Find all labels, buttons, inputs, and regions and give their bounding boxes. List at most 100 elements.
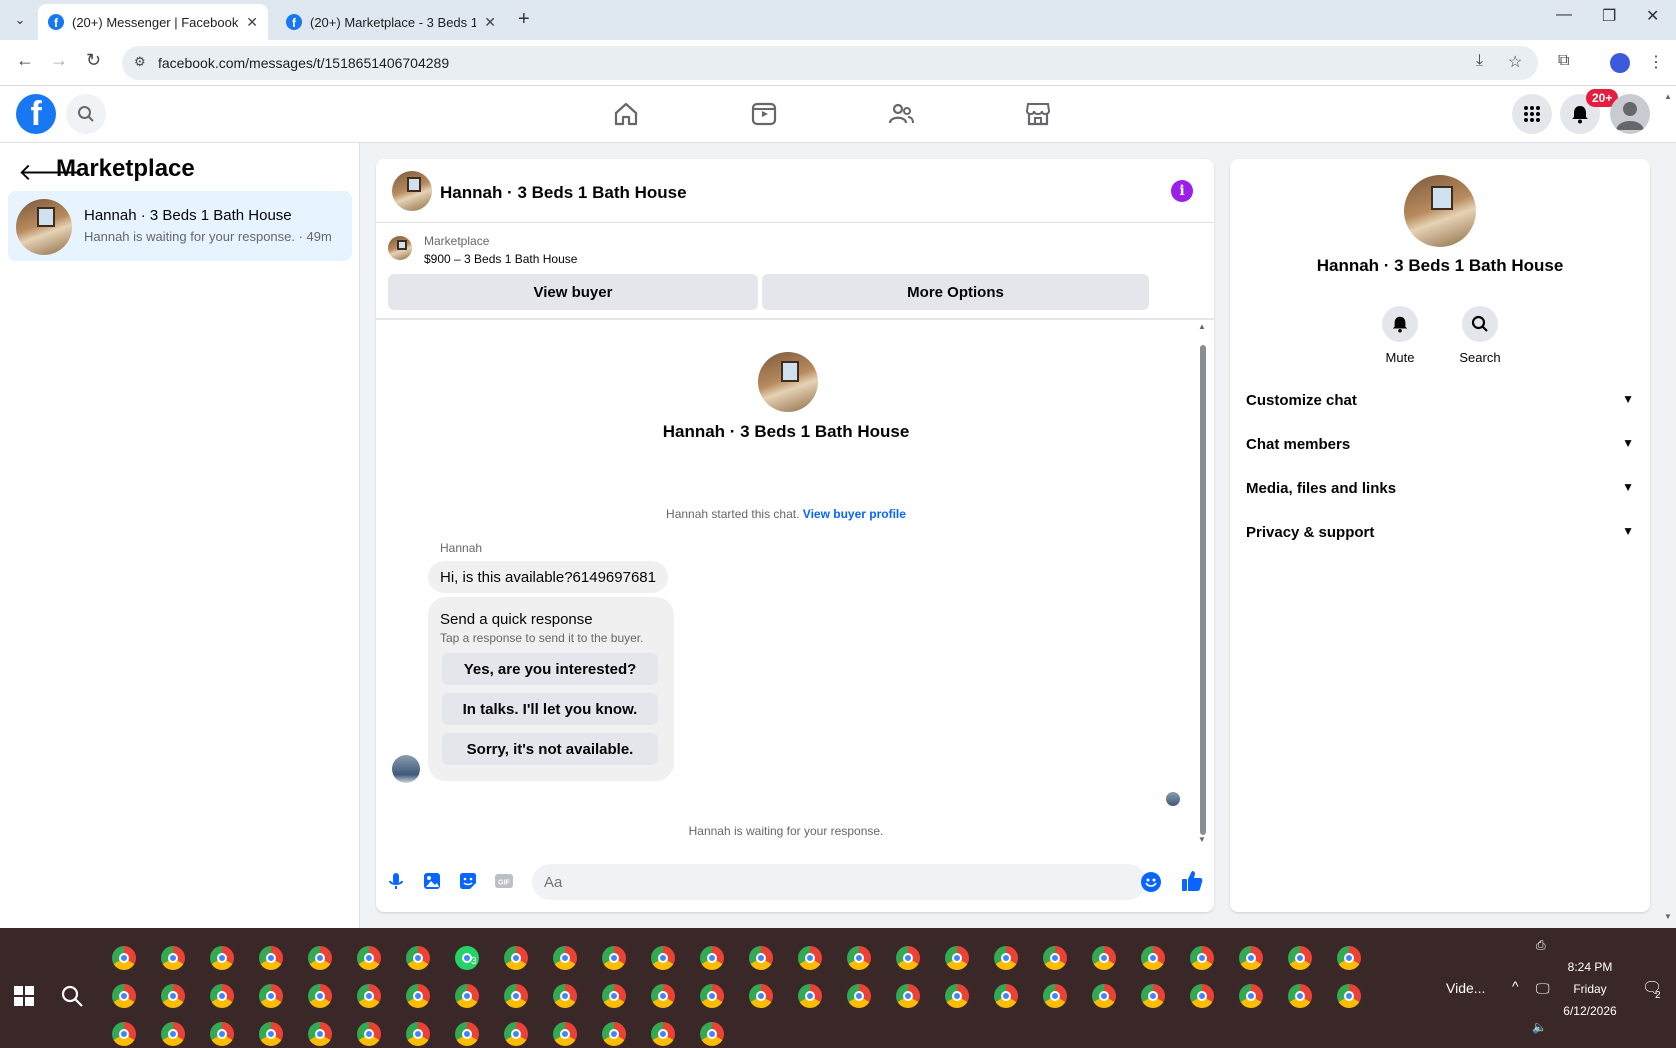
chrome-profile-icon[interactable]: [1043, 946, 1067, 970]
details-avatar[interactable]: [1404, 175, 1476, 247]
chrome-profile-icon[interactable]: [406, 946, 430, 970]
search-icon[interactable]: [66, 94, 106, 134]
tab-marketplace[interactable]: f (20+) Marketplace - 3 Beds 1 Bath Hous…: [276, 4, 506, 40]
chrome-profile-icon[interactable]: [798, 984, 822, 1008]
chrome-profile-icon[interactable]: [553, 1022, 577, 1046]
chrome-profile-icon[interactable]: [210, 1022, 234, 1046]
chrome-profile-icon[interactable]: [1043, 984, 1067, 1008]
chrome-profile-icon[interactable]: [1092, 946, 1116, 970]
account-avatar[interactable]: [1610, 94, 1650, 134]
view-buyer-profile-link[interactable]: View buyer profile: [803, 507, 906, 521]
clock-time[interactable]: 8:24 PM: [1560, 960, 1620, 974]
tray-device-icon[interactable]: ⎙: [1536, 938, 1546, 953]
section-privacy-support[interactable]: Privacy & support ▼: [1246, 524, 1634, 541]
home-icon[interactable]: [612, 100, 640, 128]
chrome-profile-icon[interactable]: [1190, 946, 1214, 970]
chrome-profile-icon[interactable]: [994, 984, 1018, 1008]
search-icon[interactable]: [1462, 306, 1498, 342]
chat-title[interactable]: Hannah · 3 Beds 1 Bath House: [440, 183, 687, 203]
chrome-profile-icon[interactable]: [994, 946, 1018, 970]
chrome-profile-icon[interactable]: [798, 946, 822, 970]
sender-avatar[interactable]: [392, 755, 420, 783]
groups-icon[interactable]: [887, 100, 915, 128]
chrome-profile-icon[interactable]: [602, 946, 626, 970]
network-icon[interactable]: 🖵: [1536, 980, 1550, 997]
message-bubble[interactable]: Hi, is this available?6149697681: [428, 561, 668, 593]
chrome-profile-icon[interactable]: [945, 946, 969, 970]
install-icon[interactable]: ⤓: [1476, 52, 1483, 70]
chrome-profile-icon[interactable]: [504, 1022, 528, 1046]
chrome-profile-icon[interactable]: [504, 946, 528, 970]
windows-start-icon[interactable]: [14, 986, 34, 1006]
mute-action[interactable]: Mute: [1370, 306, 1430, 365]
chrome-profile-icon[interactable]: [357, 984, 381, 1008]
site-info-icon[interactable]: ⚙: [134, 54, 146, 70]
quick-response-option[interactable]: Yes, are you interested?: [442, 653, 658, 685]
video-app-label[interactable]: Vide...: [1446, 980, 1485, 996]
chrome-profile-icon[interactable]: [749, 984, 773, 1008]
scroll-up-arrow-icon[interactable]: ▲: [1198, 322, 1206, 331]
chrome-profile-icon[interactable]: [847, 946, 871, 970]
emoji-icon[interactable]: [1141, 872, 1161, 892]
chrome-profile-icon[interactable]: [308, 946, 332, 970]
clock-day[interactable]: Friday: [1560, 982, 1620, 996]
chrome-profile-icon[interactable]: [651, 1022, 675, 1046]
chrome-profile-icon[interactable]: [112, 946, 136, 970]
chrome-profile-icon[interactable]: [700, 946, 724, 970]
sticker-icon[interactable]: [458, 871, 478, 891]
chrome-profile-icon[interactable]: [259, 946, 283, 970]
gif-icon[interactable]: GIF: [494, 871, 514, 891]
quick-response-option[interactable]: Sorry, it's not available.: [442, 733, 658, 765]
chrome-profile-icon[interactable]: [1288, 984, 1312, 1008]
facebook-logo-icon[interactable]: f: [16, 94, 56, 134]
extensions-icon[interactable]: ⧉: [1558, 52, 1569, 70]
chrome-profile-icon[interactable]: [112, 1022, 136, 1046]
reload-icon[interactable]: ↻: [86, 50, 101, 71]
chrome-profile-icon[interactable]: [210, 946, 234, 970]
thumbs-up-icon[interactable]: [1180, 869, 1204, 893]
chrome-profile-icon[interactable]: [651, 946, 675, 970]
chrome-profile-icon[interactable]: [357, 1022, 381, 1046]
chrome-profile-icon[interactable]: [1141, 946, 1165, 970]
tab-search-dropdown[interactable]: ⌄: [8, 8, 32, 32]
view-buyer-button[interactable]: View buyer: [388, 274, 758, 310]
chrome-profile-icon[interactable]: [1337, 984, 1361, 1008]
more-options-button[interactable]: More Options: [762, 274, 1149, 310]
mute-bell-icon[interactable]: [1382, 306, 1418, 342]
chrome-profile-icon[interactable]: [847, 984, 871, 1008]
tray-expand-icon[interactable]: ^: [1512, 978, 1519, 994]
chrome-profile-icon[interactable]: [1190, 984, 1214, 1008]
chrome-profile-icon[interactable]: [553, 984, 577, 1008]
chrome-profile-icon[interactable]: [161, 946, 185, 970]
listing-price-title[interactable]: $900 – 3 Beds 1 Bath House: [424, 252, 577, 266]
clock-date[interactable]: 6/12/2026: [1560, 1004, 1620, 1018]
chrome-profile-icon[interactable]: [1141, 984, 1165, 1008]
chrome-profile-icon[interactable]: [1239, 984, 1263, 1008]
close-tab-icon[interactable]: ✕: [246, 14, 258, 31]
chrome-profile-icon[interactable]: [259, 1022, 283, 1046]
chrome-profile-icon[interactable]: [1239, 946, 1263, 970]
marketplace-icon[interactable]: [1024, 100, 1052, 128]
browser-menu-icon[interactable]: ⋮: [1648, 52, 1664, 72]
volume-icon[interactable]: 🔈: [1532, 1020, 1547, 1034]
chrome-profile-icon[interactable]: [308, 1022, 332, 1046]
section-media-files-links[interactable]: Media, files and links ▼: [1246, 480, 1634, 497]
chrome-profile-icon[interactable]: [1092, 984, 1116, 1008]
taskbar-search-icon[interactable]: [60, 984, 84, 1008]
chrome-profile-icon[interactable]: [308, 984, 332, 1008]
photo-icon[interactable]: [422, 871, 442, 891]
chrome-profile-icon[interactable]: [602, 984, 626, 1008]
browser-profile-avatar[interactable]: [1610, 53, 1630, 73]
page-scroll-down-icon[interactable]: ▼: [1664, 912, 1672, 921]
chrome-profile-icon[interactable]: [357, 946, 381, 970]
chrome-profile-icon[interactable]: [700, 1022, 724, 1046]
section-chat-members[interactable]: Chat members ▼: [1246, 436, 1634, 453]
chrome-profile-icon[interactable]: [896, 984, 920, 1008]
page-scrollbar[interactable]: ▲ ▼: [1660, 86, 1676, 928]
chrome-profile-icon[interactable]: [553, 946, 577, 970]
chrome-profile-icon[interactable]: [945, 984, 969, 1008]
minimize-icon[interactable]: —: [1556, 6, 1572, 24]
menu-grid-icon[interactable]: [1512, 94, 1552, 134]
chat-header-thumbnail[interactable]: [392, 171, 432, 211]
video-icon[interactable]: [750, 100, 778, 128]
